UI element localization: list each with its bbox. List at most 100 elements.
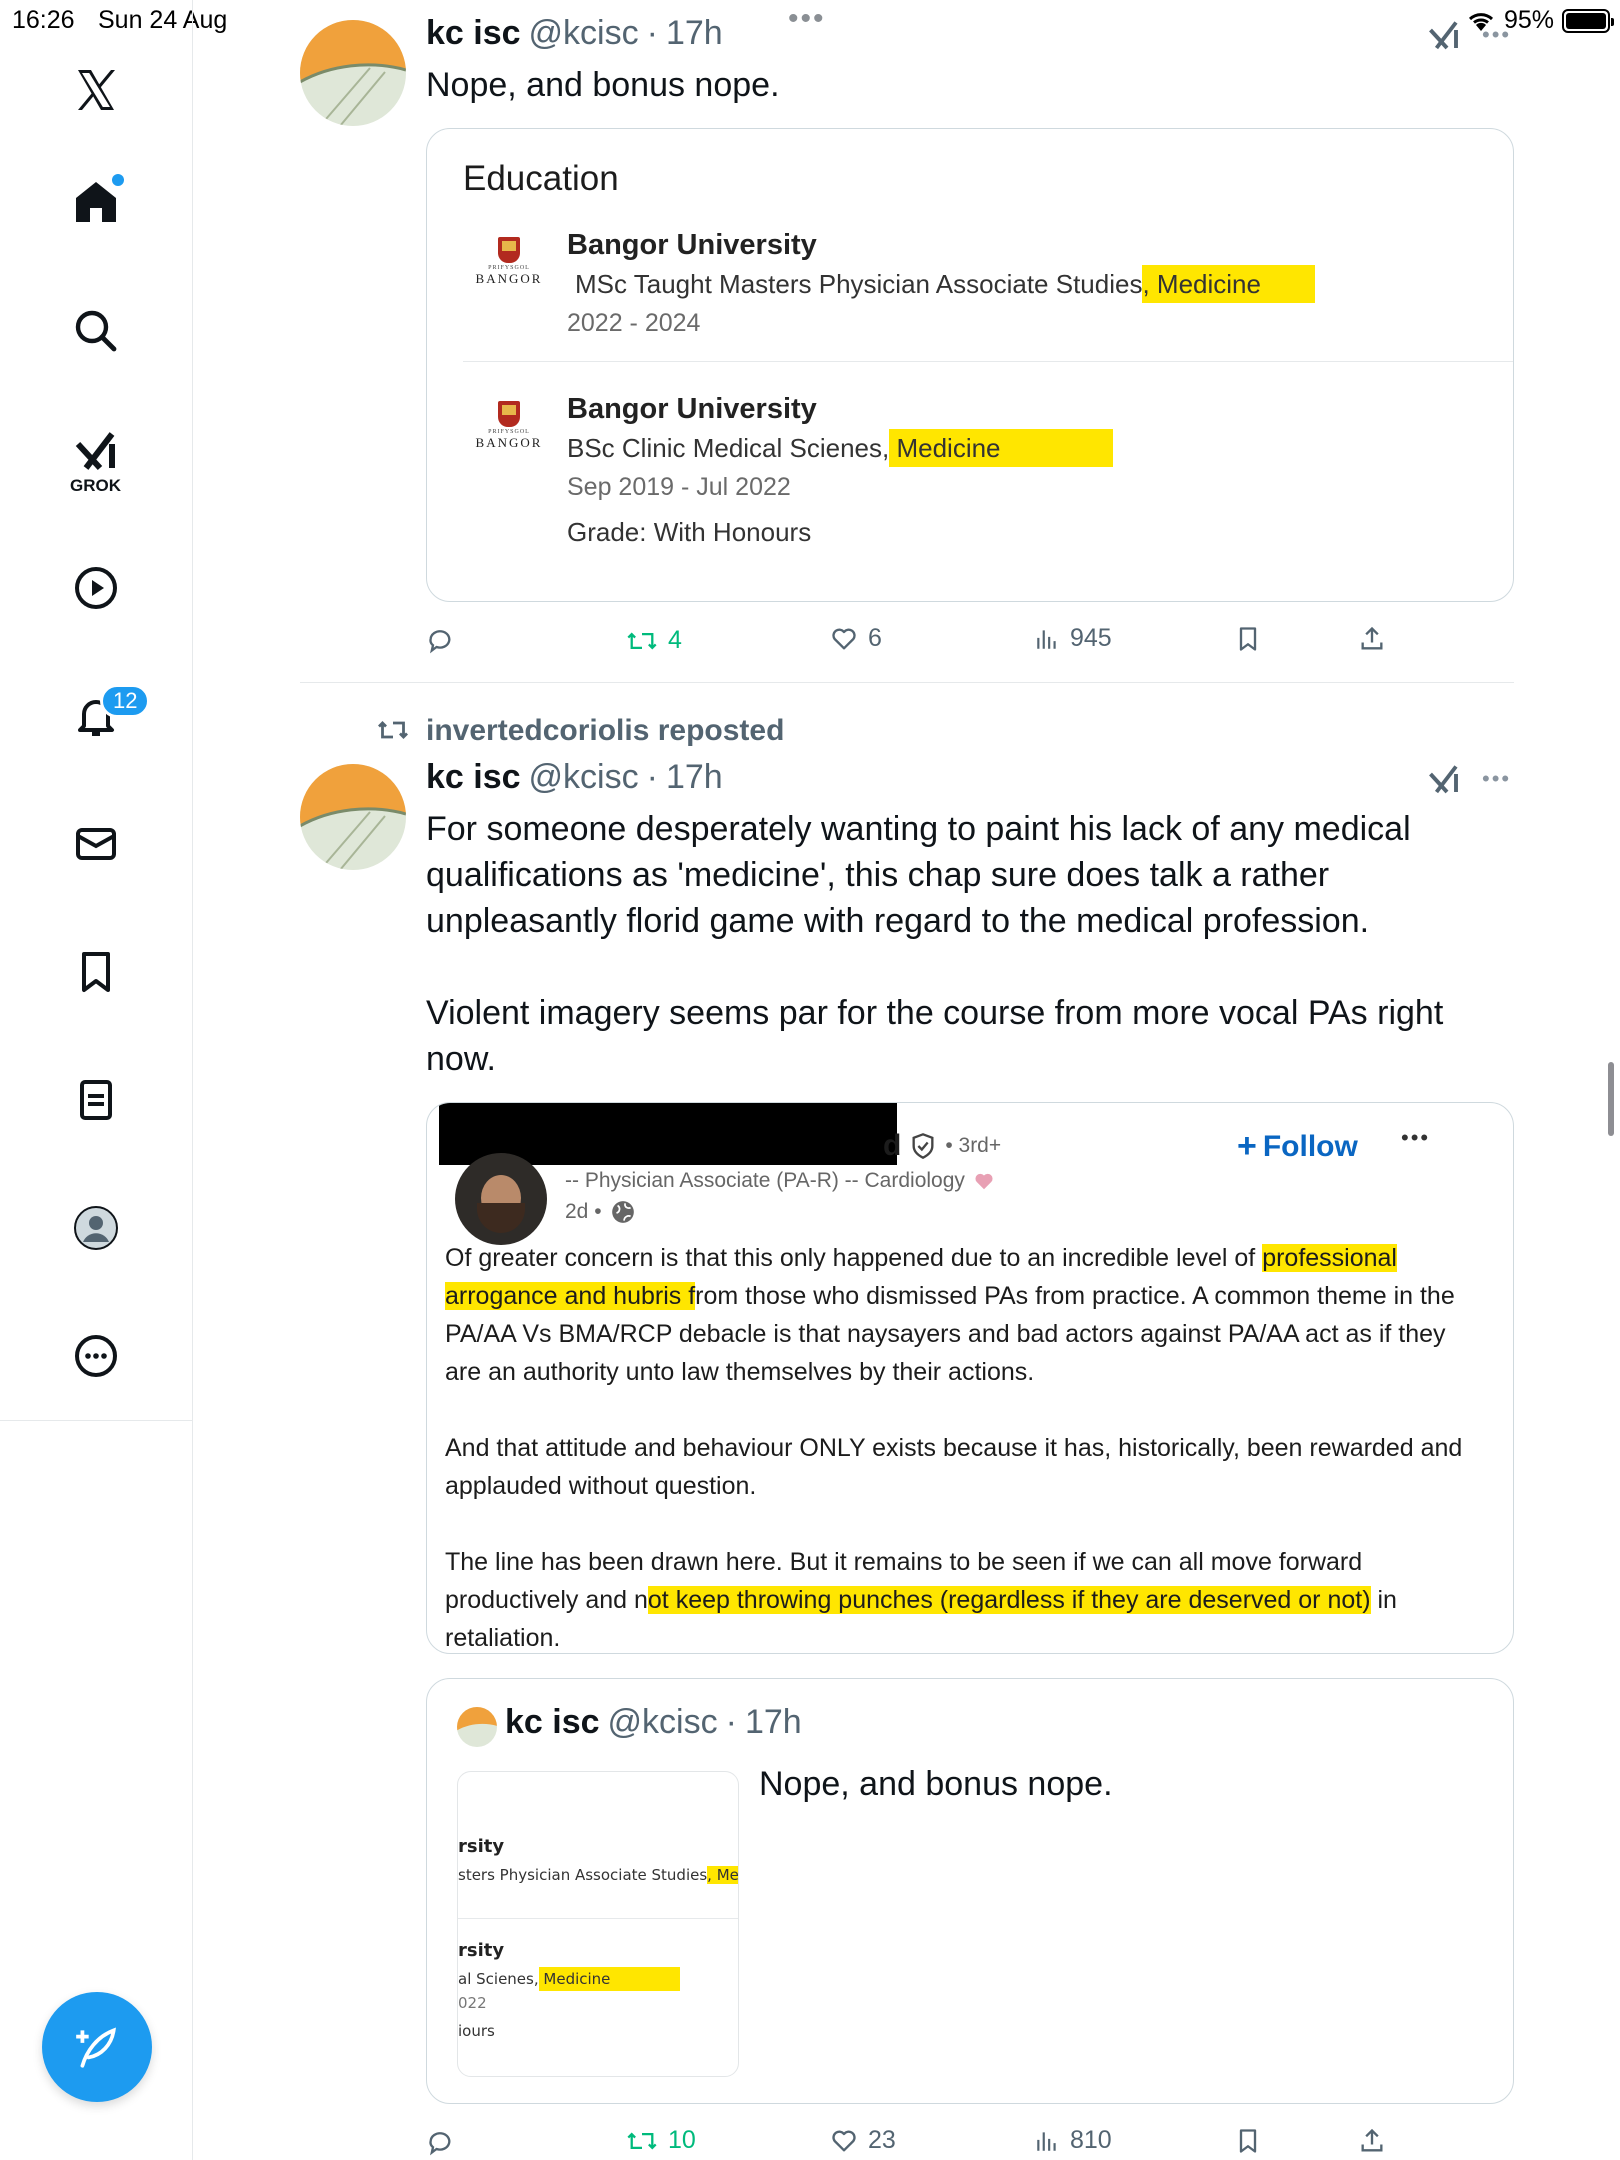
tweet1-share-button[interactable]	[1358, 624, 1386, 654]
tweet1-more-icon[interactable]: •••	[1482, 22, 1511, 48]
linkedin-follow-button[interactable]: + Follow	[1237, 1127, 1358, 1166]
tweet1-handle[interactable]: @kcisc	[529, 14, 639, 53]
tweet2-age[interactable]: 17h	[666, 758, 723, 797]
quote-text: Nope, and bonus nope.	[759, 1765, 1113, 1803]
edu-divider	[463, 361, 1513, 362]
education-title: Education	[463, 159, 619, 198]
globe-icon	[611, 1201, 634, 1223]
quote-age: 17h	[744, 1703, 802, 1741]
bookmarks-icon[interactable]	[56, 932, 136, 1012]
edu2-degree: BSc Clinic Medical Scienes, Medicine	[567, 429, 1113, 467]
plus-icon: +	[1237, 1127, 1257, 1165]
search-icon[interactable]	[56, 291, 136, 371]
tweet1-text: Nope, and bonus nope.	[426, 66, 780, 104]
thumb-line-5: 022	[458, 1994, 487, 2012]
tweet2-views-button[interactable]: 810	[1034, 2126, 1112, 2155]
edu1-highlight: , Medicine	[1142, 265, 1315, 303]
bangor-logo-2: PRIFYSGOL BANGOR	[469, 401, 549, 451]
more-icon[interactable]	[56, 1316, 136, 1396]
scrollbar[interactable]	[1608, 1062, 1614, 1136]
tweet-divider	[300, 682, 1514, 683]
views-icon	[1037, 2131, 1056, 2151]
tweet1-views-button[interactable]: 945	[1034, 624, 1112, 653]
tweet2-author-name[interactable]: kc isc	[426, 758, 521, 797]
tweet1-bookmark-button[interactable]	[1234, 624, 1262, 654]
tweet1-age[interactable]: 17h	[666, 14, 723, 53]
sidebar-divider	[0, 1420, 193, 1421]
tweet2-like-button[interactable]: 23	[830, 2126, 896, 2155]
tweet2-repost-button[interactable]: 10	[626, 2126, 696, 2155]
tweet2-share-button[interactable]	[1358, 2126, 1386, 2156]
profile-avatar-icon[interactable]	[56, 1188, 136, 1268]
bookmark-icon	[1239, 627, 1257, 651]
linkedin-more-icon[interactable]: •••	[1401, 1125, 1430, 1151]
battery-percent: 95%	[1503, 6, 1554, 34]
compose-post-button[interactable]	[42, 1992, 152, 2102]
repost-icon	[627, 632, 657, 649]
tweet1-repost-button[interactable]: 4	[626, 626, 682, 655]
tweet1-avatar[interactable]	[300, 20, 406, 126]
thumb-line-6: iours	[458, 2022, 495, 2040]
thumb-line-4: al Scienes, Medicine	[458, 1967, 681, 1991]
grok-label: GROK	[70, 476, 121, 495]
messages-icon[interactable]	[56, 804, 136, 884]
linkedin-paragraph-1: Of greater concern is that this only hap…	[445, 1244, 1455, 1386]
tweet2-avatar[interactable]	[300, 764, 406, 870]
linkedin-highlight-2: ot keep throwing punches (regardless if …	[647, 1586, 1371, 1614]
tweet1-reply-button[interactable]	[426, 626, 464, 654]
edu1-dates: 2022 - 2024	[567, 309, 701, 337]
home-icon[interactable]	[56, 162, 136, 242]
tweet2-reply-button[interactable]	[426, 2128, 464, 2156]
linkedin-paragraph-2: And that attitude and behaviour ONLY exi…	[445, 1434, 1463, 1500]
edu2-grade: Grade: With Honours	[567, 517, 812, 547]
edu1-school: Bangor University	[567, 229, 817, 261]
linkedin-posted: 2d •	[565, 1199, 636, 1225]
tweet1-header: kc isc @kcisc · 17h	[426, 14, 723, 53]
quote-thumbnail[interactable]: rsity sters Physician Associate Studies,…	[457, 1771, 739, 2077]
lists-icon[interactable]	[56, 1060, 136, 1140]
quote-avatar	[457, 1707, 497, 1747]
tweet2-bookmark-button[interactable]	[1234, 2126, 1262, 2156]
tweet2-grok-icon[interactable]	[1426, 762, 1462, 803]
reply-icon	[429, 630, 451, 654]
multitask-dots-icon[interactable]: •••	[788, 2, 826, 36]
tweet1-like-button[interactable]: 6	[830, 624, 882, 653]
tweet2-text-p1: For someone desperately wanting to paint…	[426, 810, 1411, 940]
linkedin-avatar	[455, 1153, 547, 1245]
edu2-dates: Sep 2019 - Jul 2022	[567, 473, 791, 501]
repost-label[interactable]: invertedcoriolis reposted	[426, 714, 784, 748]
home-unread-dot	[112, 174, 124, 186]
notifications-badge: 12	[100, 684, 151, 718]
tweet2-handle[interactable]: @kcisc	[529, 758, 639, 797]
battery-icon	[1562, 8, 1614, 33]
tweet2-image-card[interactable]: d • 3rd+ -- Physician Associate (PA-R) -…	[426, 1102, 1514, 1654]
bookmark-icon	[1239, 2129, 1257, 2153]
quote-header: kc isc @kcisc · 17h	[505, 1703, 802, 1741]
thumb-line-1: rsity	[458, 1836, 505, 1857]
quote-handle: @kcisc	[607, 1703, 718, 1741]
bangor-logo-1: PRIFYSGOL BANGOR	[469, 237, 549, 287]
share-icon	[1361, 626, 1383, 650]
edu2-highlight: Medicine	[889, 429, 1113, 467]
tweet2-text-p2: Violent imagery seems par for the course…	[426, 994, 1444, 1078]
tweet1-grok-icon[interactable]	[1426, 18, 1462, 59]
thumb-divider	[458, 1918, 738, 1919]
repost-indicator-icon	[376, 716, 410, 749]
tweet2-header: kc isc @kcisc · 17h	[426, 758, 723, 797]
x-logo-icon[interactable]	[56, 50, 136, 130]
quote-author-name: kc isc	[505, 1703, 600, 1741]
share-icon	[1361, 2128, 1383, 2152]
video-icon[interactable]	[56, 548, 136, 628]
thumb-line-3: rsity	[458, 1940, 505, 1961]
tweet1-author-name[interactable]: kc isc	[426, 14, 521, 53]
edu1-degree: MSc Taught Masters Physician Associate S…	[575, 265, 1315, 303]
verified-shield-icon	[912, 1133, 934, 1159]
tweet1-image-card[interactable]: Education PRIFYSGOL BANGOR Bangor Univer…	[426, 128, 1514, 602]
compose-icon	[76, 2027, 116, 2068]
heart-icon	[832, 2130, 856, 2151]
thumb-line-2: sters Physician Associate Studies, Medi	[458, 1866, 738, 1884]
views-icon	[1037, 629, 1056, 649]
heart-icon	[832, 628, 856, 649]
quoted-tweet-card[interactable]: kc isc @kcisc · 17h rsity sters Physicia…	[426, 1678, 1514, 2104]
tweet2-more-icon[interactable]: •••	[1482, 766, 1511, 792]
